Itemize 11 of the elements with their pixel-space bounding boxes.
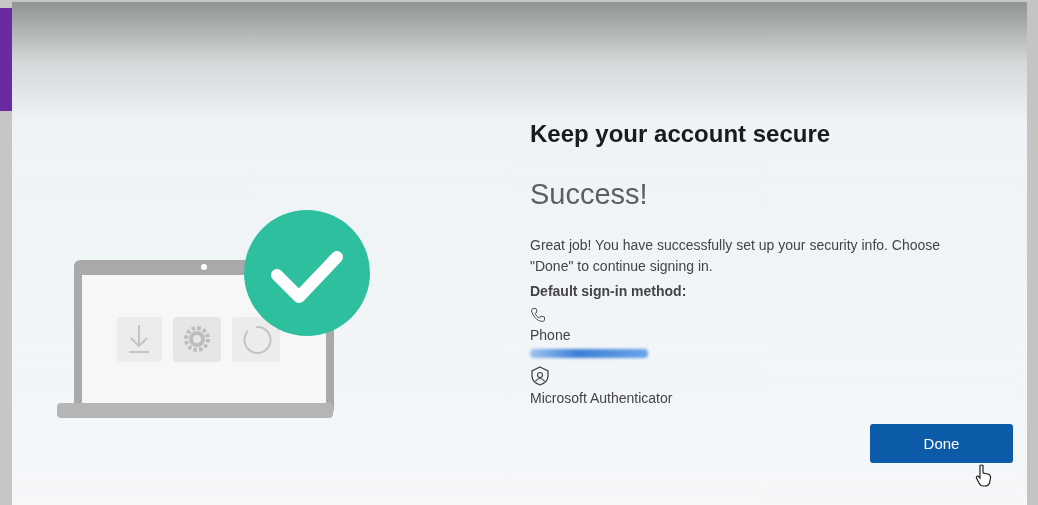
side-tab[interactable]	[0, 8, 12, 111]
default-method-label: Default sign-in method:	[530, 283, 688, 299]
phone-icon	[530, 307, 546, 323]
page-title: Keep your account secure	[530, 120, 832, 148]
success-message: Great job! You have successfully set up your security info. Choose "Done" to continue signing in.	[530, 236, 942, 276]
method-name: Microsoft Authenticator	[530, 390, 673, 406]
authenticator-icon	[530, 366, 550, 386]
success-heading: Success!	[530, 178, 649, 211]
method-name: Phone	[530, 327, 571, 343]
hand-cursor-icon	[975, 464, 993, 488]
done-button[interactable]: Done	[870, 424, 1013, 463]
